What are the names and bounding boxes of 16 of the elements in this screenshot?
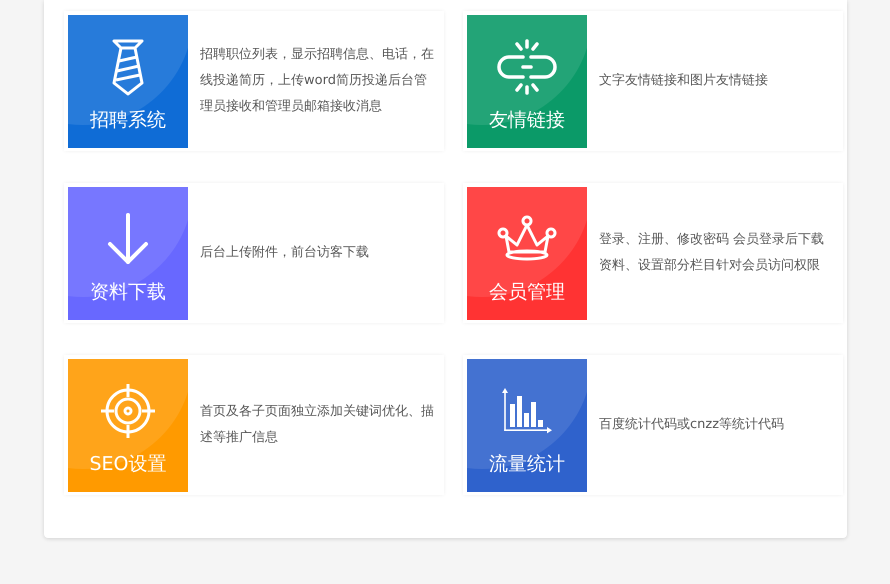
crown-icon	[497, 214, 557, 262]
feature-title: 资料下载	[90, 280, 166, 304]
feature-description: 登录、注册、修改密码 会员登录后下载资料、设置部分栏目针对会员访问权限	[599, 231, 826, 275]
feature-description: 招聘职位列表，显示招聘信息、电话，在线投递简历，上传word简历投递后台管理员接收和管理员邮箱接收消息	[200, 46, 435, 116]
feature-description: 百度统计代码或cnzz等统计代码	[599, 416, 786, 434]
bar-chart-icon	[501, 386, 553, 436]
feature-description: 后台上传附件，前台访客下载	[200, 244, 370, 262]
feature-title: 会员管理	[489, 280, 565, 304]
feature-title: SEO设置	[89, 452, 167, 476]
feature-description: 首页及各子页面独立添加关键词优化、描述等推广信息	[200, 403, 435, 447]
necktie-icon	[111, 36, 145, 96]
feature-title: 流量统计	[489, 452, 565, 476]
feature-title: 友情链接	[489, 108, 565, 132]
crosshair-icon	[100, 382, 156, 438]
feature-description: 文字友情链接和图片友情链接	[599, 72, 769, 90]
feature-title: 招聘系统	[90, 108, 166, 132]
